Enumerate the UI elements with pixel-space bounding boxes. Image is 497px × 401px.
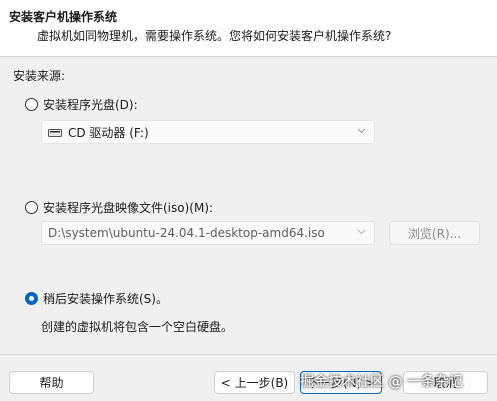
wizard-header: 安装客户机操作系统 虚拟机如同物理机，需要操作系统。您将如何安装客户机操作系统? bbox=[0, 0, 497, 56]
page-title: 安装客户机操作系统 bbox=[9, 10, 118, 24]
drive-select[interactable]: CD 驱动器 (F:) bbox=[41, 120, 375, 144]
radio-button[interactable] bbox=[25, 201, 38, 214]
drive-select-value: CD 驱动器 (F:) bbox=[68, 125, 149, 140]
iso-path-value: D:\system\ubuntu-24.04.1-desktop-amd64.i… bbox=[48, 226, 325, 240]
iso-path-select[interactable]: D:\system\ubuntu-24.04.1-desktop-amd64.i… bbox=[41, 221, 375, 245]
cancel-button[interactable]: 取消 bbox=[403, 371, 488, 394]
chevron-down-icon[interactable] bbox=[356, 125, 367, 136]
radio-label: 稍后安装操作系统(S)。 bbox=[43, 292, 168, 306]
browse-button[interactable]: 浏览(R)... bbox=[389, 221, 480, 245]
cd-drive-icon bbox=[48, 127, 62, 137]
chevron-down-icon[interactable] bbox=[356, 226, 367, 237]
header-divider bbox=[0, 56, 497, 57]
install-source-label: 安装来源: bbox=[13, 69, 66, 83]
radio-button[interactable] bbox=[25, 98, 38, 111]
back-button[interactable]: < 上一步(B) bbox=[214, 371, 295, 394]
next-button[interactable]: 下一步(N) > bbox=[300, 371, 382, 394]
radio-installer-disc[interactable]: 安装程序光盘(D): bbox=[25, 96, 138, 113]
radio-iso-image[interactable]: 安装程序光盘映像文件(iso)(M): bbox=[25, 199, 213, 216]
page-subtitle: 虚拟机如同物理机，需要操作系统。您将如何安装客户机操作系统? bbox=[37, 29, 392, 43]
footer-divider bbox=[0, 354, 497, 355]
radio-label: 安装程序光盘(D): bbox=[43, 98, 138, 112]
install-later-description: 创建的虚拟机将包含一个空白硬盘。 bbox=[41, 320, 234, 334]
help-button[interactable]: 帮助 bbox=[9, 371, 94, 394]
radio-label: 安装程序光盘映像文件(iso)(M): bbox=[43, 201, 214, 215]
radio-install-later[interactable]: 稍后安装操作系统(S)。 bbox=[25, 290, 168, 307]
radio-button-selected[interactable] bbox=[25, 292, 38, 305]
